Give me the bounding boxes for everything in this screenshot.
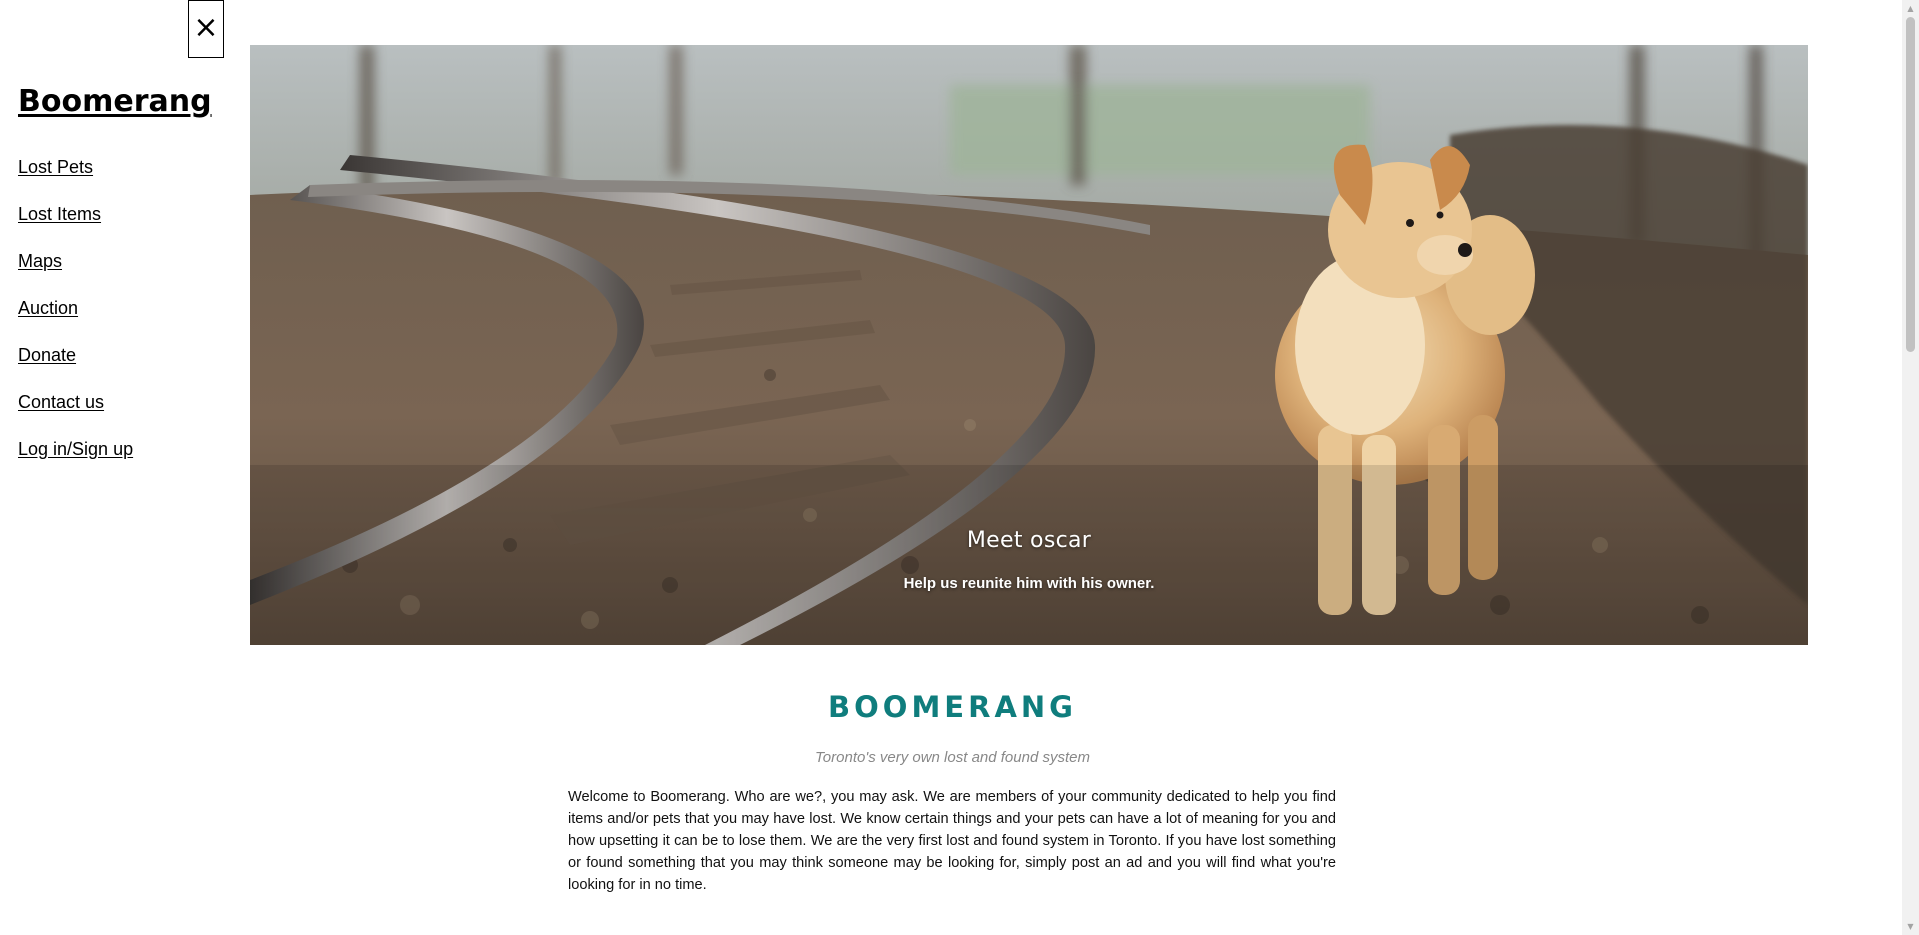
page-title: BOOMERANG (828, 690, 1077, 724)
hero-carousel: Meet oscar Help us reunite him with his … (250, 45, 1808, 645)
vertical-scrollbar[interactable]: ▲ ▼ (1902, 0, 1919, 935)
intro-paragraph: Welcome to Boomerang. Who are we?, you m… (568, 789, 1336, 893)
close-icon: × (193, 10, 219, 45)
nav-list: Lost Pets Lost Items Maps Auction Donate… (18, 157, 133, 486)
brand-link[interactable]: Boomerang (18, 84, 212, 119)
side-navigation: × Boomerang Lost Pets Lost Items Maps Au… (0, 0, 224, 935)
nav-item-login-signup[interactable]: Log in/Sign up (18, 439, 133, 459)
nav-item-lost-items[interactable]: Lost Items (18, 204, 101, 224)
nav-item-maps[interactable]: Maps (18, 251, 62, 271)
hero-title: Meet oscar (966, 528, 1092, 553)
scroll-down-icon[interactable]: ▼ (1902, 918, 1919, 935)
tagline: Toronto's very own lost and found system (815, 749, 1090, 766)
nav-item-auction[interactable]: Auction (18, 298, 78, 318)
close-sidebar-button[interactable]: × (188, 0, 224, 58)
hero-subtitle: Help us reunite him with his owner. (903, 575, 1155, 592)
hero-image (250, 45, 1808, 645)
nav-item-donate[interactable]: Donate (18, 345, 76, 365)
nav-item-contact-us[interactable]: Contact us (18, 392, 104, 412)
scroll-thumb[interactable] (1906, 17, 1915, 352)
scroll-up-icon[interactable]: ▲ (1902, 0, 1919, 17)
nav-item-lost-pets[interactable]: Lost Pets (18, 157, 93, 177)
